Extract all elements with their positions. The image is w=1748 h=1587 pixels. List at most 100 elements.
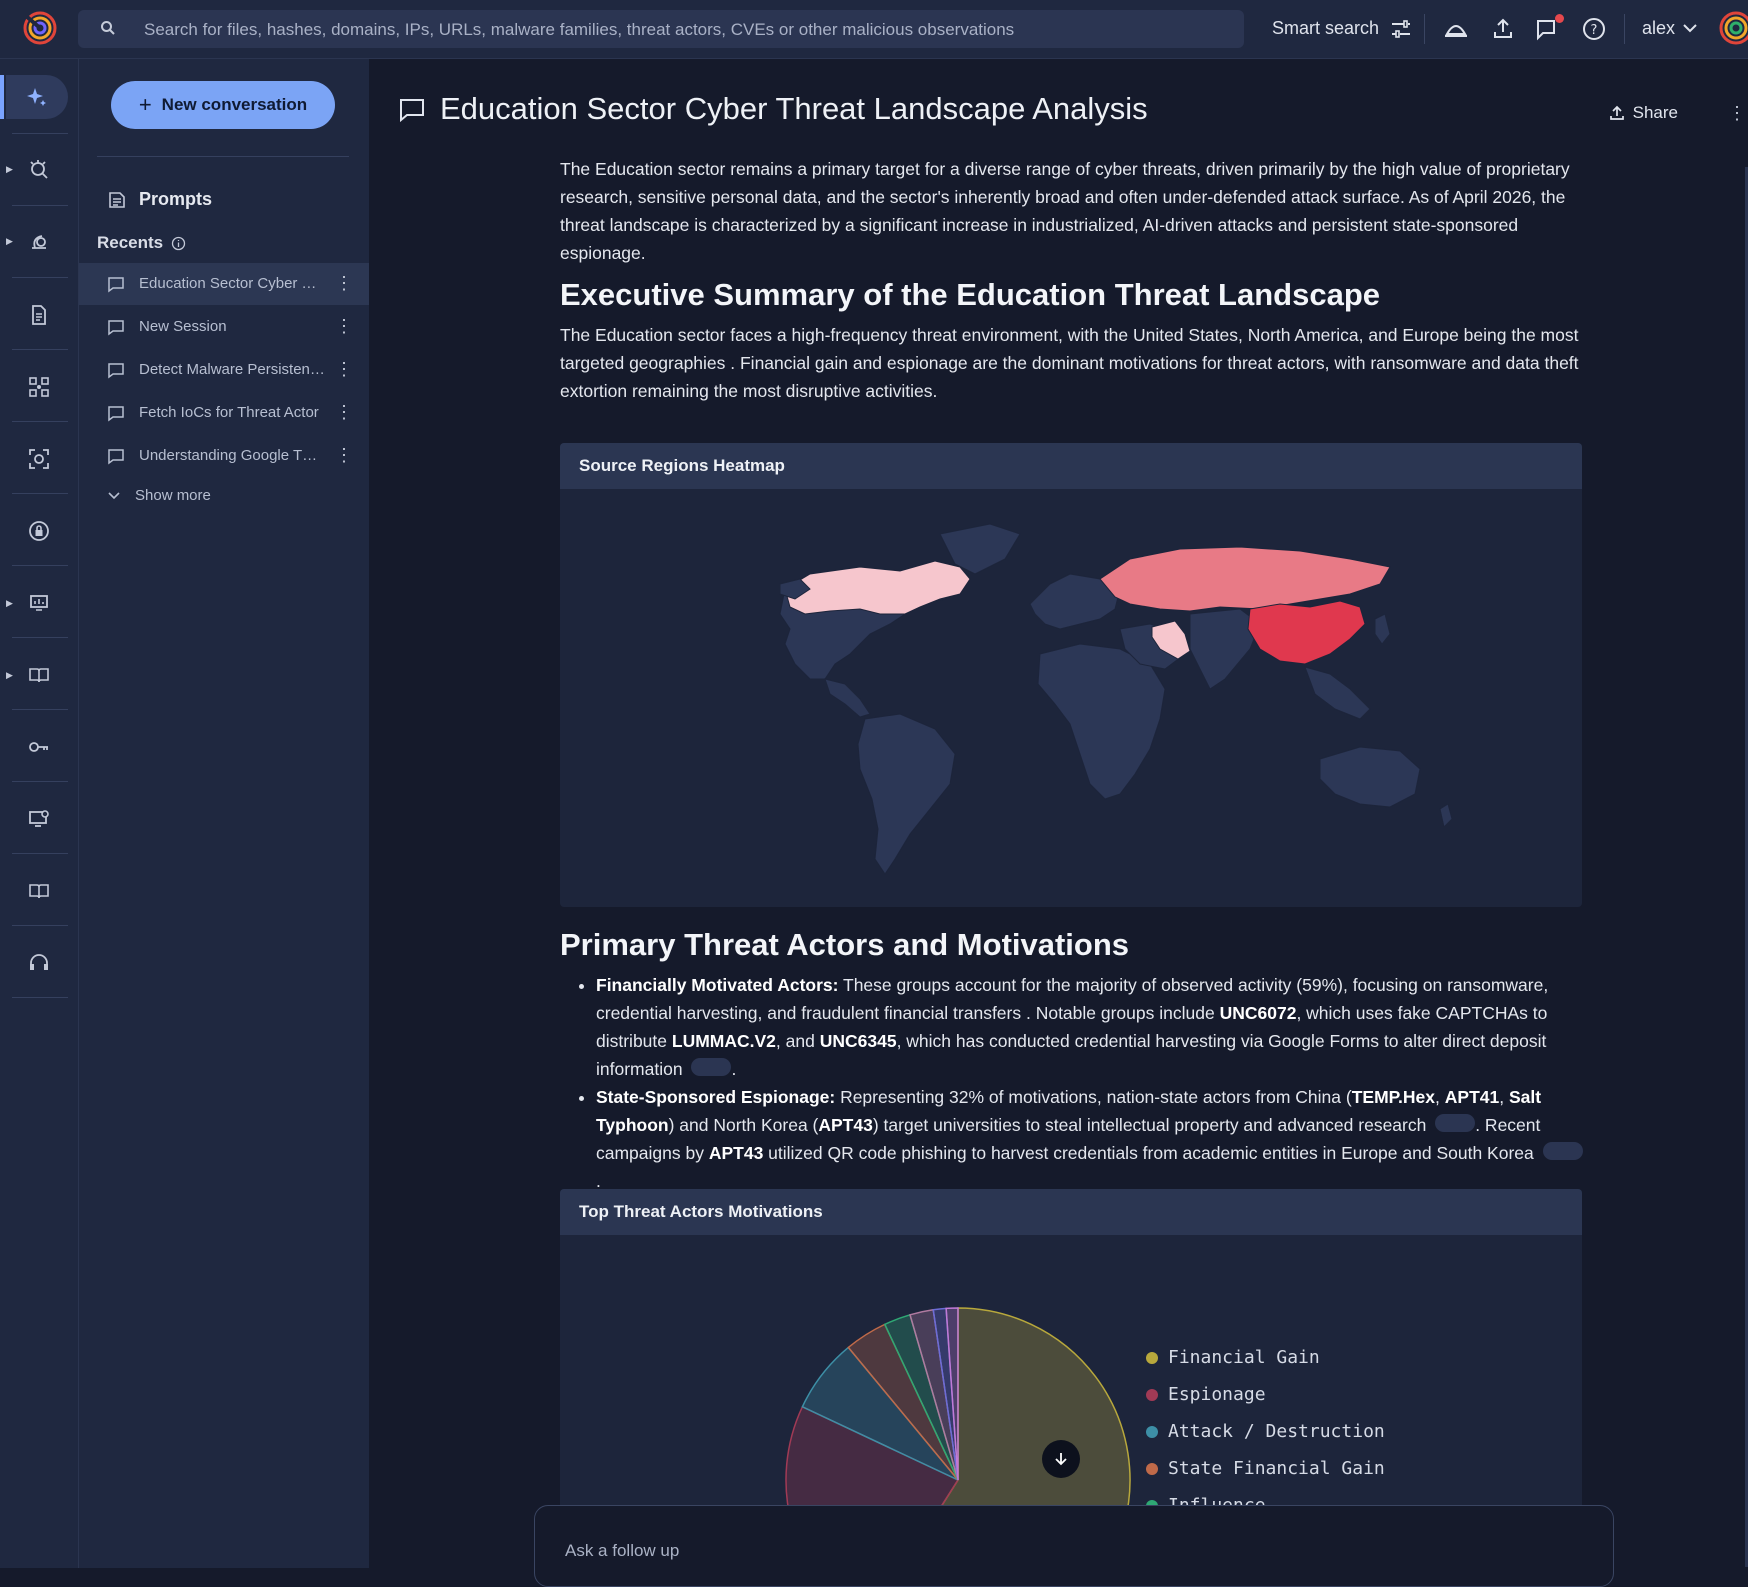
share-button[interactable]: Share [1609,103,1678,123]
conversation-item[interactable]: Education Sector Cyber Threat Landscape … [79,263,369,305]
more-vertical-icon[interactable]: ⋮ [335,273,353,293]
share-label: Share [1632,103,1678,122]
conversation-title: Detect Malware Persistence Techniques [139,361,325,378]
conversation-item[interactable]: Fetch IoCs for Threat Actor ⋮ [79,392,369,434]
graph-icon [29,377,49,397]
map-region-china [1247,600,1366,665]
caret-right-icon: ▶ [6,597,13,608]
show-more-label: Show more [135,487,211,504]
page-title: Education Sector Cyber Threat Landscape … [440,91,1148,126]
notification-dot [1555,14,1564,23]
map-region-south-america [857,713,956,875]
upload-icon[interactable] [1490,16,1516,42]
monitor-icon [30,595,48,611]
more-vertical-icon[interactable]: ⋮ [335,359,353,379]
more-vertical-icon[interactable]: ⋮ [335,445,353,465]
search-icon [101,21,115,35]
rail-reports[interactable] [8,285,70,345]
response-content: The Education sector remains a primary t… [560,155,1584,405]
threat-actor-list: Financially Motivated Actors: These grou… [560,971,1584,1195]
user-menu[interactable]: alex [1642,18,1675,39]
smart-search-label[interactable]: Smart search [1272,18,1379,39]
source-chip[interactable] [1435,1114,1476,1133]
legend-item[interactable]: Attack / Destruction [1146,1421,1385,1442]
list-item: Financially Motivated Actors: These grou… [596,971,1584,1083]
recents-heading: Recents [97,233,186,253]
app-logo-icon[interactable] [22,10,58,46]
chat-bubble-icon [108,277,124,293]
scan-icon [29,449,49,469]
rail-api-keys[interactable] [8,717,70,777]
legend-item[interactable]: Espionage [1146,1384,1266,1405]
lock-circle-icon [29,521,49,541]
chat-bubble-icon [108,320,124,336]
chevron-down-icon[interactable] [1682,20,1698,36]
rail-graph[interactable] [8,357,70,417]
legend-label: Attack / Destruction [1168,1421,1385,1442]
rail-ai-assistant[interactable] [0,75,68,119]
heatmap-card: Source Regions Heatmap [560,443,1582,907]
actors-section: Primary Threat Actors and Motivations Fi… [560,927,1584,1195]
rail-security[interactable] [8,501,70,561]
help-icon[interactable]: ? [1581,16,1607,42]
legend-dot [1146,1425,1158,1438]
caret-right-icon: ▶ [6,163,13,174]
conversation-sidebar: + New conversation Prompts Recents Educa… [79,59,369,1568]
svg-text:?: ? [1591,23,1598,38]
legend-dot [1146,1462,1158,1475]
sparkle-icon [27,88,46,106]
report-chip[interactable] [1542,1142,1583,1161]
caret-right-icon: ▶ [6,235,13,246]
rail-monitoring[interactable]: ▶ [6,573,70,633]
rail-detection[interactable] [8,429,70,489]
conversation-item[interactable]: Detect Malware Persistence Techniques ⋮ [79,349,369,391]
conversation-title: Education Sector Cyber Threat Landscape … [139,275,325,292]
follow-up-input[interactable] [563,1536,1547,1566]
source-chip[interactable] [691,1058,732,1077]
show-more-button[interactable]: Show more [107,487,211,504]
new-conversation-button[interactable]: + New conversation [111,81,335,129]
search-input[interactable] [142,16,1226,44]
device-settings-icon [29,810,49,827]
map-region-canada [784,560,971,615]
book-list-icon [29,668,49,683]
conversation-title: Fetch IoCs for Threat Actor [139,404,319,421]
rail-devices[interactable] [8,789,70,849]
rail-library[interactable]: ▶ [6,645,70,705]
follow-up-box[interactable] [534,1505,1614,1587]
prompts-label: Prompts [139,189,213,209]
info-icon[interactable] [171,236,186,251]
global-search[interactable] [78,10,1244,48]
chevron-down-icon [108,491,120,499]
sliders-icon[interactable] [1388,16,1414,42]
map-region-australia [1319,746,1421,808]
legend-label: State Financial Gain [1168,1458,1385,1479]
rail-support[interactable] [8,933,70,993]
more-vertical-icon[interactable]: ⋮ [1728,103,1746,124]
legend-item[interactable]: State Financial Gain [1146,1458,1385,1479]
legend-item[interactable]: Financial Gain [1146,1347,1320,1368]
conversation-item[interactable]: Understanding Google Threat Intelligence… [79,435,369,477]
list-item: State-Sponsored Espionage: Representing … [596,1083,1584,1195]
sidebar-divider [97,156,349,157]
prompts-link[interactable]: Prompts [107,189,212,210]
rail-hunting[interactable]: ▶ [6,139,70,199]
top-bar: Smart search ? alex [0,0,1748,59]
map-region-russia [1099,546,1391,612]
more-vertical-icon[interactable]: ⋮ [335,316,353,336]
avatar[interactable] [1718,10,1748,46]
recents-label: Recents [97,233,164,252]
conversation-title: New Session [139,318,227,335]
chat-bubble-icon [108,363,124,379]
map-region-new-zealand [1439,803,1453,828]
plus-icon: + [138,92,152,117]
section-heading-threat-actors: Primary Threat Actors and Motivations [560,927,1130,962]
conversation-item[interactable]: New Session ⋮ [79,306,369,348]
intro-paragraph: The Education sector remains a primary t… [560,159,1570,263]
rail-threat-landscape[interactable]: ▶ [6,211,70,271]
world-heatmap[interactable] [560,489,1582,907]
more-vertical-icon[interactable]: ⋮ [335,402,353,422]
rail-docs[interactable] [8,861,70,921]
scroll-down-button[interactable] [1042,1440,1080,1478]
hat-icon[interactable] [1443,16,1469,42]
